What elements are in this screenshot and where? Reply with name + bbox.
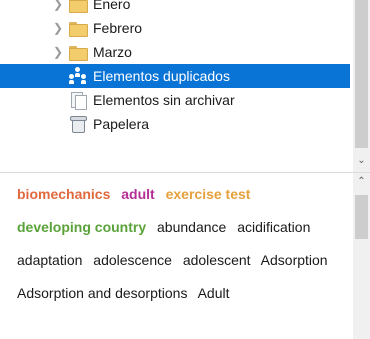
trash-icon (68, 115, 88, 133)
folder-icon (68, 43, 88, 61)
tree-item-label: Elementos sin archivar (93, 92, 235, 108)
tag-selector-pane: biomechanics adult exercise test develop… (0, 173, 370, 339)
tree-item-duplicates[interactable]: Elementos duplicados (0, 64, 350, 88)
scroll-down-arrow-icon[interactable]: ⌄ (353, 152, 370, 169)
scroll-up-arrow-icon[interactable]: ⌃ (353, 173, 370, 190)
tag-scrollbar-thumb[interactable] (355, 195, 368, 239)
tag-item[interactable]: Adsorption (261, 252, 328, 268)
duplicates-icon (68, 67, 88, 85)
expand-chevron-icon[interactable]: ❯ (48, 45, 68, 59)
collection-tree-pane: ❯ Enero ❯ Febrero ❯ Marzo Elementos dupl… (0, 0, 370, 172)
folder-icon (68, 19, 88, 37)
tag-item[interactable]: adolescence (93, 252, 172, 268)
tag-cloud: biomechanics adult exercise test develop… (17, 178, 347, 310)
collection-tree: ❯ Enero ❯ Febrero ❯ Marzo Elementos dupl… (0, 0, 350, 136)
tree-item-enero[interactable]: ❯ Enero (0, 0, 350, 16)
expand-chevron-icon[interactable]: ❯ (48, 0, 68, 11)
tree-item-label: Elementos duplicados (93, 68, 230, 84)
tag-scrollbar[interactable]: ⌃ (353, 173, 370, 339)
tree-scrollbar[interactable]: ⌄ (353, 0, 370, 172)
tree-scrollbar-thumb[interactable] (355, 0, 368, 148)
tree-item-label: Enero (93, 0, 131, 12)
tag-item[interactable]: Adult (198, 285, 230, 301)
tag-item[interactable]: adult (121, 186, 154, 202)
tag-item[interactable]: Adsorption and desorptions (17, 285, 187, 301)
tree-item-trash[interactable]: Papelera (0, 112, 350, 136)
expand-chevron-icon[interactable]: ❯ (48, 21, 68, 35)
tree-item-unfiled[interactable]: Elementos sin archivar (0, 88, 350, 112)
tree-item-febrero[interactable]: ❯ Febrero (0, 16, 350, 40)
tree-item-label: Febrero (93, 20, 143, 36)
tree-item-label: Papelera (93, 116, 150, 132)
tag-item[interactable]: exercise test (166, 186, 251, 202)
tag-item[interactable]: abundance (157, 219, 226, 235)
tag-item[interactable]: biomechanics (17, 186, 110, 202)
tree-item-label: Marzo (93, 44, 132, 60)
tree-item-marzo[interactable]: ❯ Marzo (0, 40, 350, 64)
tag-item[interactable]: adolescent (183, 252, 251, 268)
folder-icon (68, 0, 88, 13)
tag-item[interactable]: acidification (237, 219, 310, 235)
tag-item[interactable]: developing country (17, 219, 146, 235)
unfiled-items-icon (68, 91, 88, 110)
tag-item[interactable]: adaptation (17, 252, 82, 268)
